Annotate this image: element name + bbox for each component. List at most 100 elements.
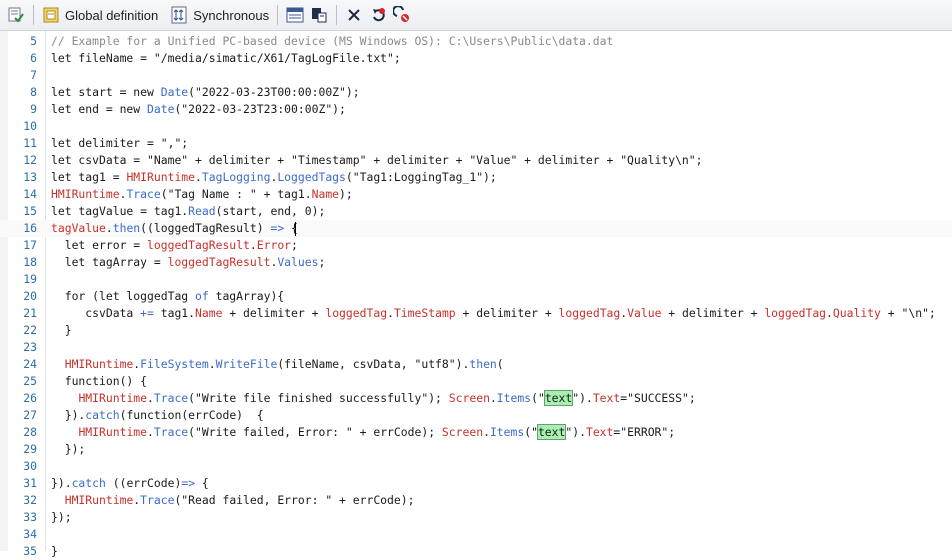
code-token: tagArray){	[208, 289, 285, 303]
code-token: (fileName, csvData, "utf8").	[277, 357, 470, 371]
script-toolbar: Global definition Synchronous	[0, 0, 952, 31]
line-number: 24	[23, 357, 37, 371]
line-number: 30	[23, 459, 37, 473]
code-line[interactable]: 7	[0, 67, 952, 84]
stop-button[interactable]	[390, 3, 414, 27]
code-token: // Example for a Unified PC-based device…	[51, 34, 614, 48]
code-text: }).catch ((errCode)=> {	[51, 475, 209, 492]
line-number: 25	[23, 374, 37, 388]
code-token: function() {	[51, 374, 148, 388]
line-number: 5	[30, 34, 37, 48]
line-number: 23	[23, 340, 37, 354]
code-token: + delimiter +	[222, 306, 326, 320]
text-caret	[295, 222, 296, 236]
code-line[interactable]: 33});	[0, 509, 952, 526]
code-line[interactable]: 18 let tagArray = loggedTagResult.Values…	[0, 254, 952, 271]
code-line[interactable]: 24 HMIRuntime.FileSystem.WriteFile(fileN…	[0, 356, 952, 373]
code-token: });	[51, 510, 72, 524]
code-text: let csvData = "Name" + delimiter + "Time…	[51, 152, 703, 169]
code-line[interactable]: 10	[0, 118, 952, 135]
code-line[interactable]: 15 let tagValue = tag1.Read(start, end, 0…	[0, 203, 952, 220]
code-line[interactable]: 13 let tag1 = HMIRuntime.TagLogging.Logge…	[0, 169, 952, 186]
code-token: ;	[318, 255, 326, 269]
code-text: function() {	[51, 373, 147, 390]
global-definition-button[interactable]: Global definition	[39, 3, 161, 27]
refresh-button[interactable]	[366, 3, 390, 27]
code-token: +=	[140, 306, 154, 320]
code-token: loggedTagResult	[167, 255, 271, 269]
code-line[interactable]: 26 HMIRuntime.Trace("Write file finished…	[0, 390, 952, 407]
code-line[interactable]: 6 let fileName = "/media/simatic/X61/TagL…	[0, 50, 952, 67]
code-line[interactable]: 9 let end = new Date("2022-03-23T23:00:00…	[0, 101, 952, 118]
code-line[interactable]: 5 // Example for a Unified PC-based devic…	[0, 33, 952, 50]
code-line[interactable]: 19	[0, 271, 952, 288]
code-line[interactable]: 11 let delimiter = ",";	[0, 135, 952, 152]
check-script-button[interactable]	[4, 3, 28, 27]
code-token: HMIRuntime	[64, 357, 134, 371]
code-token: .	[483, 425, 490, 439]
code-line[interactable]: 20 for (let loggedTag of tagArray){	[0, 288, 952, 305]
stop-icon	[393, 6, 410, 22]
line-number: 26	[23, 391, 37, 405]
code-line[interactable]: 14 HMIRuntime.Trace("Tag Name : " + tag1.…	[0, 186, 952, 203]
line-number: 7	[30, 68, 37, 82]
synchronous-button[interactable]: Synchronous	[167, 3, 272, 27]
code-line[interactable]: 23	[0, 339, 952, 356]
code-token: (	[496, 357, 504, 371]
code-line[interactable]: 12 let csvData = "Name" + delimiter + "Ti…	[0, 152, 952, 169]
code-text: let end = new Date("2022-03-23T23:00:00Z…	[51, 101, 346, 118]
code-token: {	[195, 476, 209, 490]
line-number: 12	[23, 153, 37, 167]
code-line[interactable]: 8 let start = new Date("2022-03-23T00:00:…	[0, 84, 952, 101]
code-line[interactable]: 22 }	[0, 322, 952, 339]
code-line[interactable]: 17 let error = loggedTagResult.Error;	[0, 237, 952, 254]
code-token: ("Tag1:LoggingTag_1");	[345, 170, 497, 184]
code-token: csvData	[51, 306, 141, 320]
snippet-button[interactable]	[307, 3, 331, 27]
line-number: 16	[23, 221, 37, 235]
code-token: let tagValue = tag1.	[51, 204, 189, 218]
code-text: });	[51, 441, 86, 458]
code-line[interactable]: 27 }).catch(function(errCode) {	[0, 407, 952, 424]
code-token: let error =	[51, 238, 148, 252]
code-token: let delimiter = ",";	[51, 136, 189, 150]
line-number: 29	[23, 442, 37, 456]
code-token: ("Read failed, Error: " + errCode);	[174, 493, 415, 507]
code-line[interactable]: 35}	[0, 543, 952, 560]
line-number: 34	[23, 527, 37, 541]
code-editor[interactable]: 5 // Example for a Unified PC-based devic…	[0, 31, 952, 558]
toolbar-separator	[33, 5, 34, 25]
code-token: .	[387, 306, 394, 320]
code-line[interactable]: 21 csvData += tag1.Name + delimiter + lo…	[0, 305, 952, 322]
code-token: then	[112, 221, 141, 235]
code-line[interactable]: 16 tagValue.then((loggedTagResult) => {	[0, 220, 952, 237]
code-line[interactable]: 25 function() {	[0, 373, 952, 390]
line-number: 19	[23, 272, 37, 286]
code-text: }).catch(function(errCode) {	[51, 407, 264, 424]
code-token: Error	[256, 238, 292, 252]
code-token: ("2022-03-23T00:00:00Z");	[188, 85, 360, 99]
tag-list-button[interactable]	[283, 3, 307, 27]
line-number: 11	[23, 136, 37, 150]
code-token: ="ERROR";	[613, 425, 676, 439]
code-line[interactable]: 30	[0, 458, 952, 475]
code-token: ((errCode)	[105, 476, 182, 490]
synchronous-label: Synchronous	[193, 7, 270, 23]
code-line[interactable]: 32 HMIRuntime.Trace("Read failed, Error:…	[0, 492, 952, 509]
code-token: Date	[147, 102, 175, 116]
delete-icon	[348, 9, 360, 21]
code-line[interactable]: 28 HMIRuntime.Trace("Write failed, Error…	[0, 424, 952, 441]
delete-button[interactable]	[342, 3, 366, 27]
snippet-icon	[312, 8, 327, 23]
code-token: catch	[71, 476, 106, 490]
code-token: loggedTag	[325, 306, 388, 320]
code-token: Date	[160, 85, 189, 99]
code-text: HMIRuntime.Trace("Tag Name : " + tag1.Na…	[51, 186, 353, 203]
code-line[interactable]: 31}).catch ((errCode)=> {	[0, 475, 952, 492]
code-token: Read	[188, 204, 216, 218]
code-line[interactable]: 34	[0, 526, 952, 543]
code-line[interactable]: 29 });	[0, 441, 952, 458]
